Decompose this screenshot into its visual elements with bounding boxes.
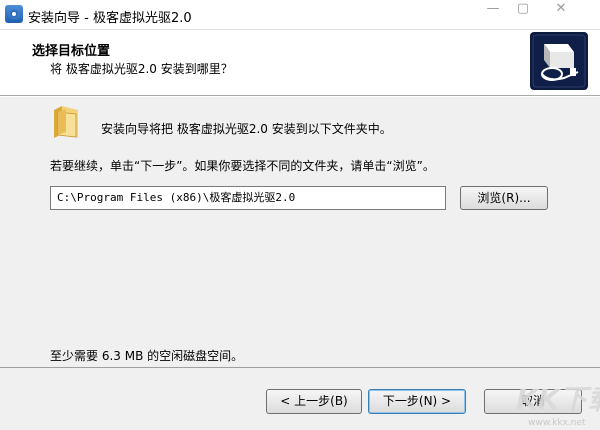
hint-text: 若要继续，单击“下一步”。如果你要选择不同的文件夹，请单击“浏览”。 bbox=[50, 159, 435, 173]
minimize-icon: — bbox=[486, 1, 500, 16]
installer-logo-icon bbox=[530, 32, 588, 90]
window-title: 安装向导 - 极客虚拟光驱2.0 bbox=[28, 11, 192, 26]
back-button[interactable]: < 上一步(B) bbox=[266, 389, 362, 414]
wizard-header: 选择目标位置 将 极客虚拟光驱2.0 安装到哪里？ bbox=[0, 30, 600, 96]
browse-button[interactable]: 浏览(R)... bbox=[460, 186, 548, 210]
watermark-logo: KK下载 www.kkx.net bbox=[516, 383, 600, 428]
disk-space-text: 至少需要 6.3 MB 的空闲磁盘空间。 bbox=[50, 349, 244, 363]
wizard-body bbox=[0, 97, 600, 367]
app-icon bbox=[5, 5, 23, 23]
maximize-icon: ▢ bbox=[516, 1, 530, 16]
next-button[interactable]: 下一步(N) > bbox=[368, 389, 466, 414]
folder-icon bbox=[54, 106, 78, 138]
page-subtitle: 将 极客虚拟光驱2.0 安装到哪里？ bbox=[50, 62, 233, 76]
maximize-button[interactable]: ▢ bbox=[508, 0, 538, 20]
close-icon: ✕ bbox=[555, 1, 567, 16]
install-path-input[interactable]: C:\Program Files (x86)\极客虚拟光驱2.0 bbox=[50, 186, 446, 210]
minimize-button[interactable]: — bbox=[478, 0, 508, 20]
watermark-url: www.kkx.net bbox=[528, 418, 586, 428]
intro-text: 安装向导将把 极客虚拟光驱2.0 安装到以下文件夹中。 bbox=[101, 122, 392, 136]
watermark-text: KK下载 bbox=[516, 383, 600, 416]
close-button[interactable]: ✕ bbox=[538, 0, 584, 20]
page-title: 选择目标位置 bbox=[32, 44, 111, 59]
title-bar: 安装向导 - 极客虚拟光驱2.0 — ▢ ✕ bbox=[0, 0, 600, 30]
